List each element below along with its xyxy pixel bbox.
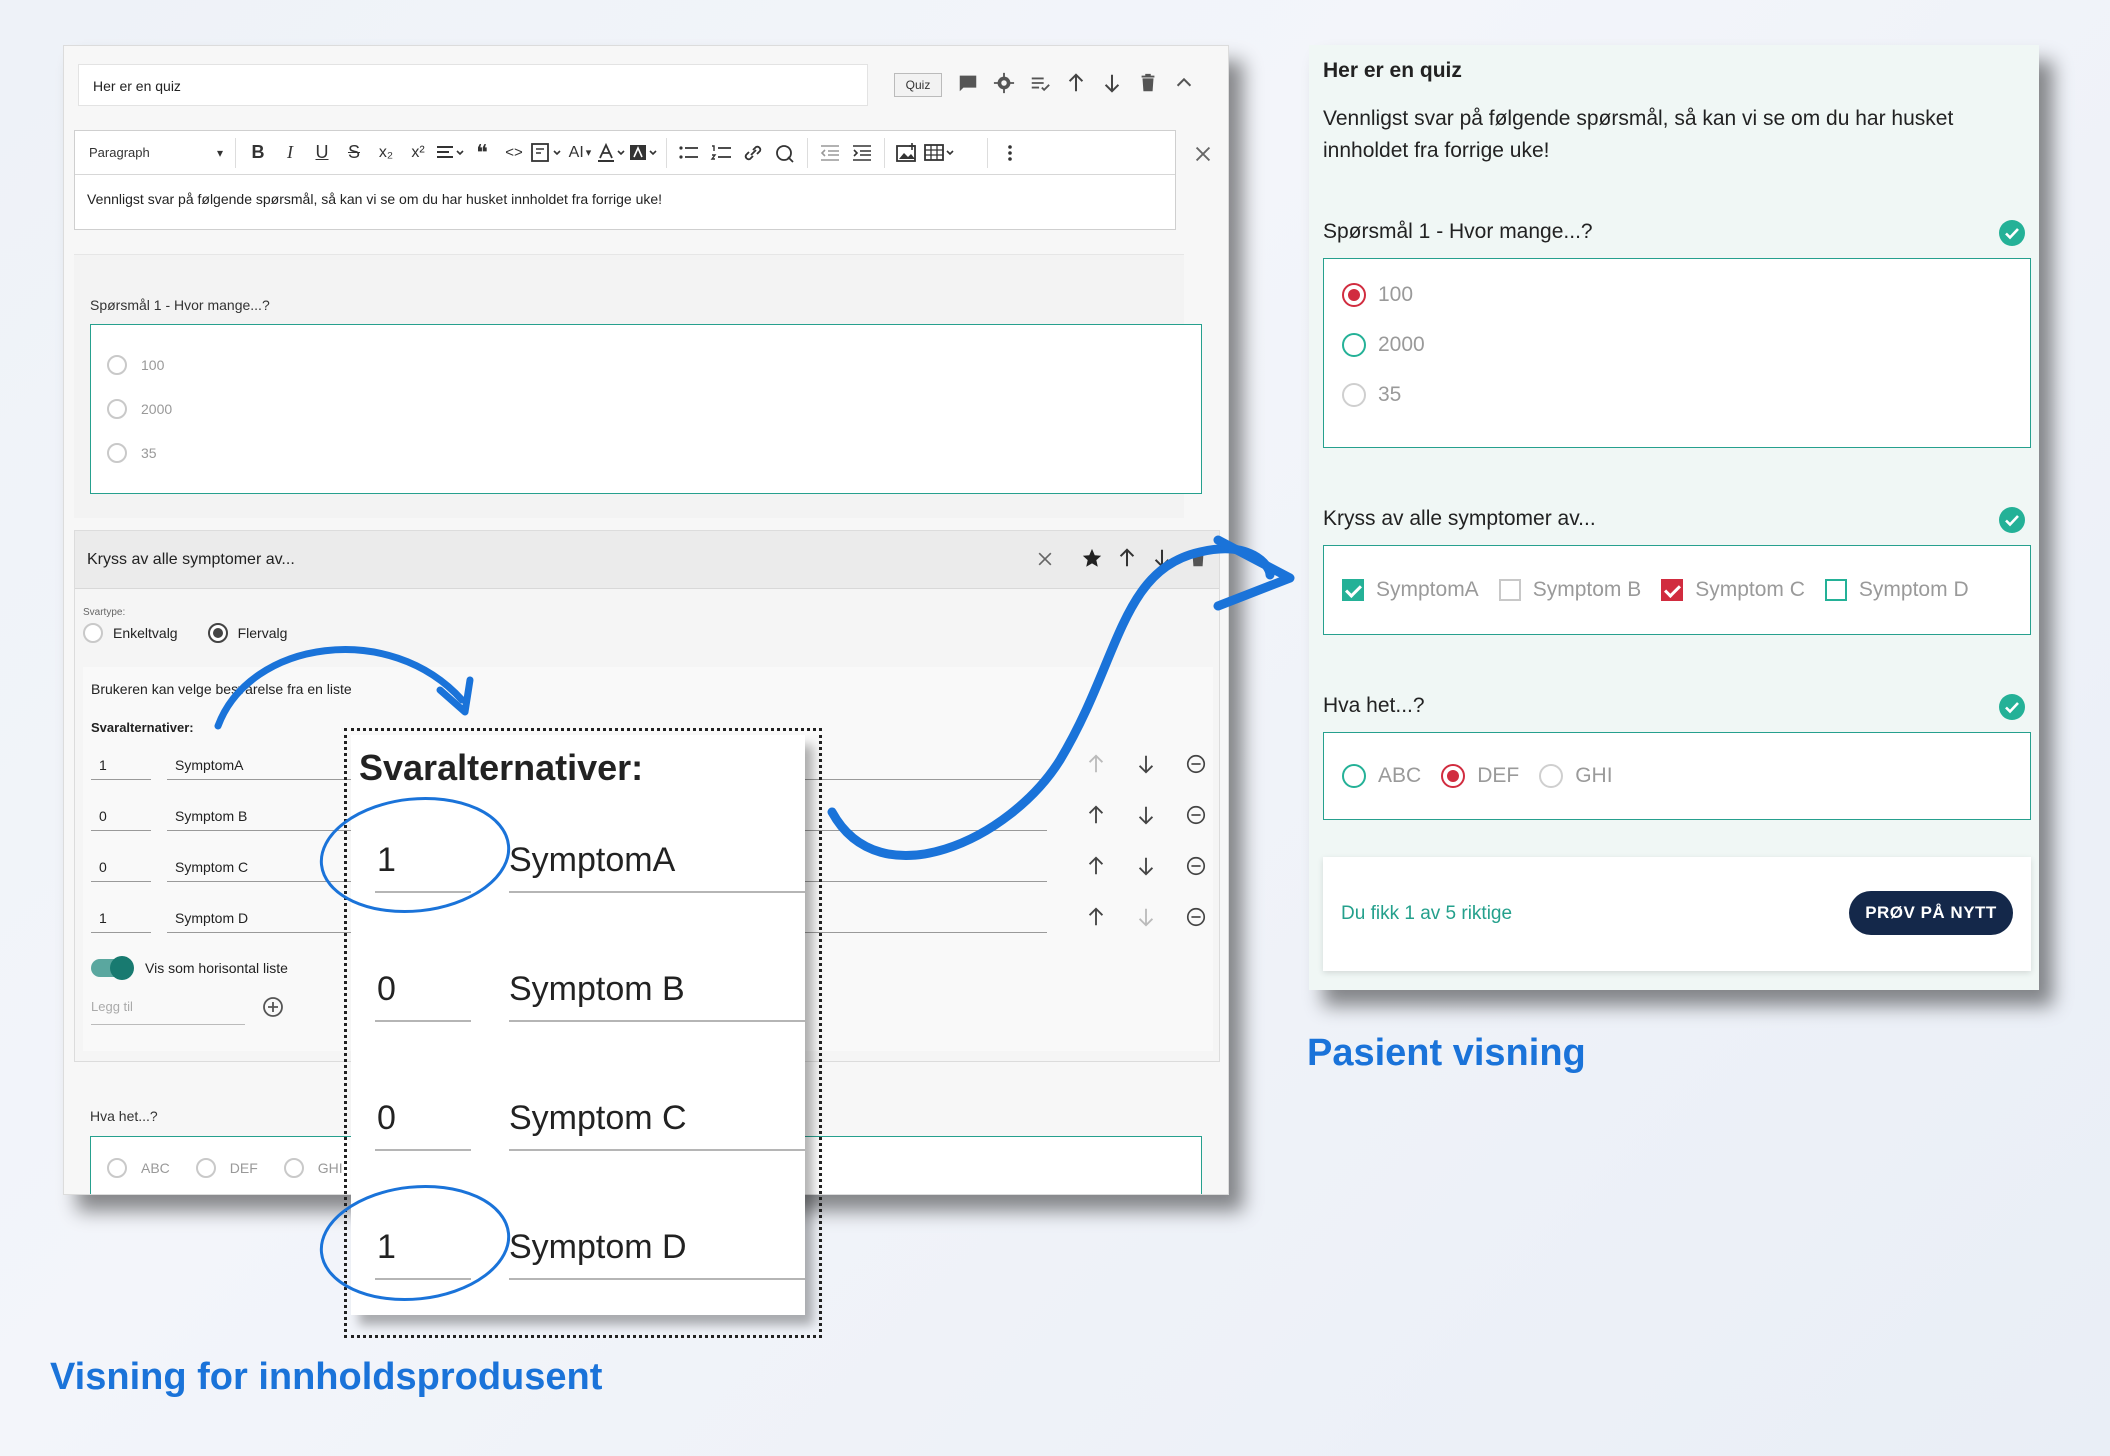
patient-view-caption: Pasient visning	[1307, 1032, 1586, 1074]
producer-view-caption: Visning for innholdsprodusent	[50, 1356, 603, 1398]
highlight-circle	[319, 796, 511, 914]
highlight-circle	[319, 1184, 511, 1302]
arrow-to-patient	[827, 544, 1275, 860]
arrow-to-zoom	[214, 646, 466, 730]
annotation-overlay	[214, 535, 1295, 1302]
arrow-to-patient-head	[1213, 535, 1295, 611]
